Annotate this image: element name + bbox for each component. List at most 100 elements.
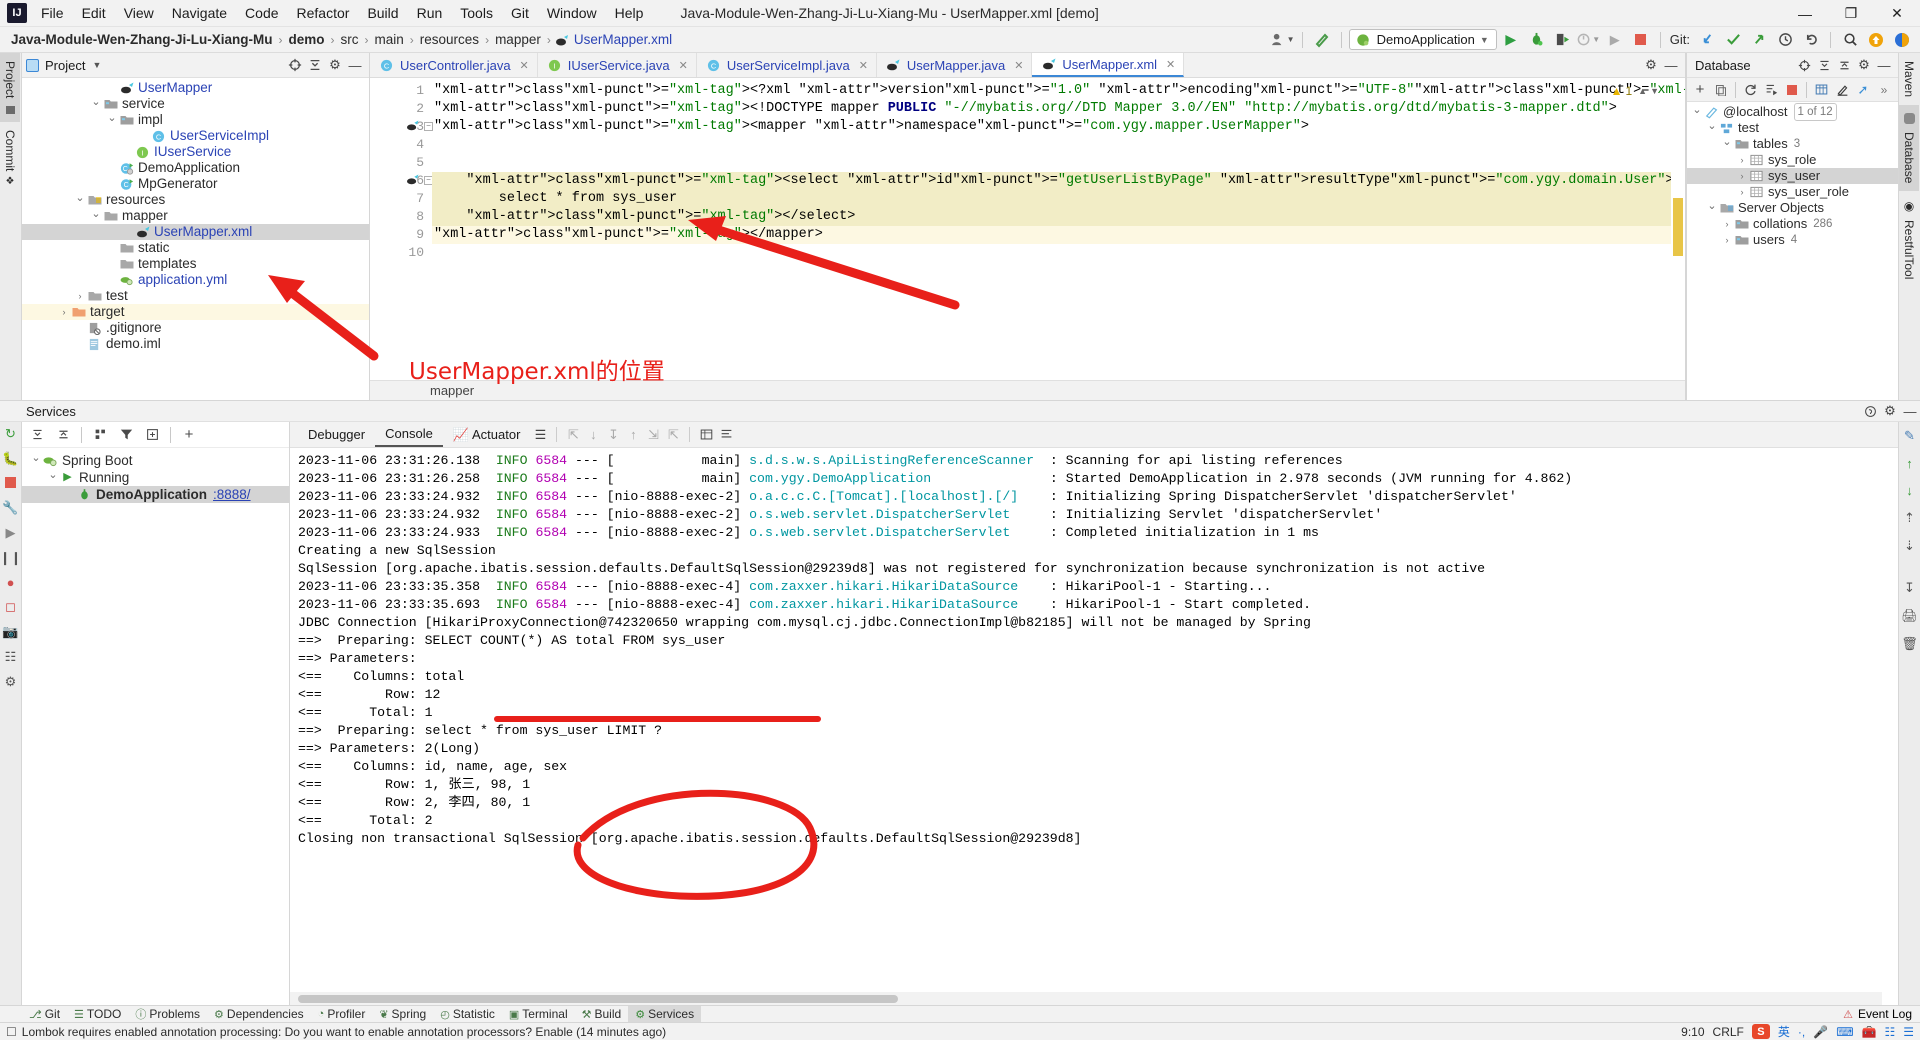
editor-tab-usercontroller-java[interactable]: C UserController.java ✕ — [370, 53, 538, 77]
notification-icon[interactable] — [1890, 29, 1914, 51]
wrap-lines-icon[interactable] — [716, 425, 736, 445]
chevron-right-icon[interactable]: › — [74, 288, 86, 304]
ime-punctuation-icon[interactable]: ·, — [1798, 1025, 1805, 1039]
settings-icon[interactable]: 🔧 — [2, 500, 18, 516]
caret-position[interactable]: 9:10 — [1681, 1025, 1704, 1039]
toolwindow-button-git[interactable]: ⎇ Git — [22, 1006, 67, 1023]
chevron-down-icon[interactable]: ⌄ — [1706, 118, 1718, 134]
sogou-ime-icon[interactable]: S — [1751, 1024, 1770, 1039]
git-push-icon[interactable] — [1747, 29, 1771, 51]
edit-pencil-icon[interactable]: ✎ — [1904, 428, 1915, 444]
breadcrumb-file[interactable]: UserMapper.xml — [571, 32, 675, 47]
chevron-down-icon[interactable]: ▼ — [1650, 86, 1659, 96]
settings-gear-icon[interactable]: ⚙ — [325, 55, 345, 75]
stop-icon[interactable] — [5, 476, 16, 491]
run-button[interactable]: ▶ — [1499, 29, 1523, 51]
breadcrumb-resources[interactable]: resources — [417, 32, 482, 47]
edit-icon[interactable] — [1832, 80, 1852, 100]
scroll-from-source-icon[interactable] — [1794, 55, 1814, 75]
chevron-down-icon[interactable]: ⌄ — [30, 450, 42, 467]
user-avatar-icon[interactable]: ▼ — [1271, 29, 1295, 51]
chevron-down-icon[interactable]: ⌄ — [90, 206, 102, 222]
debug-button[interactable] — [1525, 29, 1549, 51]
close-icon[interactable]: ✕ — [859, 59, 868, 72]
git-commit-icon[interactable] — [1721, 29, 1745, 51]
editor-tab-iuserservice-java[interactable]: I IUserService.java ✕ — [537, 53, 697, 77]
table-view-icon[interactable] — [1811, 80, 1831, 100]
menu-run[interactable]: Run — [408, 1, 452, 25]
tree-item-usermapper-xml[interactable]: UserMapper.xml — [22, 224, 369, 240]
db-tree-item-sys-user-role[interactable]: › sys_user_role — [1687, 184, 1898, 200]
group-by-icon[interactable] — [90, 425, 110, 445]
step-out-icon[interactable]: ⇱ — [663, 425, 683, 445]
chevron-down-icon[interactable]: ⌄ — [47, 467, 59, 484]
ime-keyboard-icon[interactable]: ⌨ — [1836, 1025, 1853, 1039]
collapse-all-icon[interactable] — [53, 425, 73, 445]
rerun-button[interactable]: ▶ — [1603, 29, 1627, 51]
editor-settings-icon[interactable]: ⚙ — [1641, 55, 1661, 75]
hide-panel-icon[interactable]: — — [1874, 55, 1894, 75]
run-configuration-selector[interactable]: DemoApplication ▼ — [1348, 29, 1497, 50]
layout-icon[interactable]: ☷ — [5, 649, 17, 665]
menu-view[interactable]: View — [115, 1, 163, 25]
chevron-right-icon[interactable]: › — [1721, 232, 1733, 248]
menu-refactor[interactable]: Refactor — [288, 1, 359, 25]
tree-item-static[interactable]: static — [22, 240, 369, 256]
print-icon[interactable]: 🖨 — [1901, 608, 1918, 624]
toolwindow-button-terminal[interactable]: ▣ Terminal — [502, 1006, 575, 1023]
editor-scrollbar[interactable] — [1671, 103, 1685, 400]
chevron-right-icon[interactable]: › — [1736, 184, 1748, 200]
debug-rerun-icon[interactable]: 🐛 — [2, 451, 18, 467]
menu-edit[interactable]: Edit — [73, 1, 115, 25]
scroll-from-source-icon[interactable] — [285, 55, 305, 75]
tree-item-target[interactable]: › target — [22, 304, 369, 320]
menu-help[interactable]: Help — [606, 1, 653, 25]
menu-code[interactable]: Code — [236, 1, 287, 25]
console-scroll-thumb[interactable] — [298, 995, 898, 1003]
services-help-icon[interactable] — [1860, 401, 1880, 421]
run-with-coverage-button[interactable] — [1551, 29, 1575, 51]
duplicate-icon[interactable] — [1711, 80, 1731, 100]
code-line[interactable]: select * from sys_user — [432, 190, 1685, 208]
hide-panel-icon[interactable]: — — [345, 55, 365, 75]
toolwindow-button-services[interactable]: ⚙ Services — [628, 1005, 702, 1023]
tree-item-impl[interactable]: ⌄ impl — [22, 112, 369, 128]
ime-language-label[interactable]: 英 — [1778, 1023, 1790, 1040]
add-service-icon[interactable]: + — [179, 425, 199, 445]
chevron-right-icon[interactable]: › — [1721, 216, 1733, 232]
editor-tab-usermapper-xml[interactable]: UserMapper.xml ✕ — [1032, 53, 1185, 77]
stop-icon[interactable] — [1782, 80, 1802, 100]
tab-console[interactable]: Console — [375, 422, 443, 447]
close-icon[interactable]: ✕ — [520, 59, 529, 72]
step-over-icon[interactable]: ⇲ — [643, 425, 663, 445]
resume-icon[interactable]: ▶ — [6, 525, 16, 541]
scroll-up-icon[interactable]: ↑ — [623, 425, 643, 445]
chevron-right-icon[interactable]: › — [58, 304, 70, 320]
chevron-down-icon[interactable]: ⌄ — [1721, 134, 1733, 150]
db-tree-item-collations[interactable]: › collations 286 — [1687, 216, 1898, 232]
add-tab-icon[interactable] — [142, 425, 162, 445]
chevron-down-icon[interactable]: ▼ — [92, 60, 101, 70]
console-vertical-scrollbar[interactable] — [1884, 448, 1898, 991]
gear-icon[interactable]: ⚙ — [5, 674, 17, 690]
arrow-up-end-icon[interactable]: ⇡ — [1904, 510, 1915, 526]
code-line[interactable]: "xml-attr">class"xml-punct">="xml-tag"><… — [432, 208, 1685, 226]
tree-item-usermapper[interactable]: UserMapper — [22, 80, 369, 96]
stop-button[interactable] — [1629, 29, 1653, 51]
menu-bar[interactable]: File Edit View Navigate Code Refactor Bu… — [32, 1, 652, 25]
inspection-status[interactable]: ▲ 1 ▲ ▼ — [1611, 84, 1659, 98]
close-icon[interactable]: ✕ — [1166, 58, 1175, 71]
chevron-down-icon[interactable]: ⌄ — [1691, 102, 1703, 118]
git-update-icon[interactable] — [1695, 29, 1719, 51]
minimize-button[interactable]: — — [1782, 0, 1828, 27]
toolwindow-button-statistic[interactable]: ◴ Statistic — [433, 1006, 502, 1023]
export-icon[interactable]: ↧ — [1904, 580, 1915, 596]
trash-icon[interactable]: 🗑 — [1901, 636, 1918, 652]
update-available-icon[interactable] — [1864, 29, 1888, 51]
service-item-link[interactable]: :8888/ — [213, 486, 251, 503]
toolwindow-button-problems[interactable]: ⓘ Problems — [128, 1006, 207, 1023]
editor-tab-userserviceimpl-java[interactable]: C UserServiceImpl.java ✕ — [696, 53, 877, 77]
tree-item-application-yml[interactable]: application.yml — [22, 272, 369, 288]
sidebar-item-database[interactable]: Database — [1899, 105, 1919, 192]
menu-git[interactable]: Git — [502, 1, 538, 25]
